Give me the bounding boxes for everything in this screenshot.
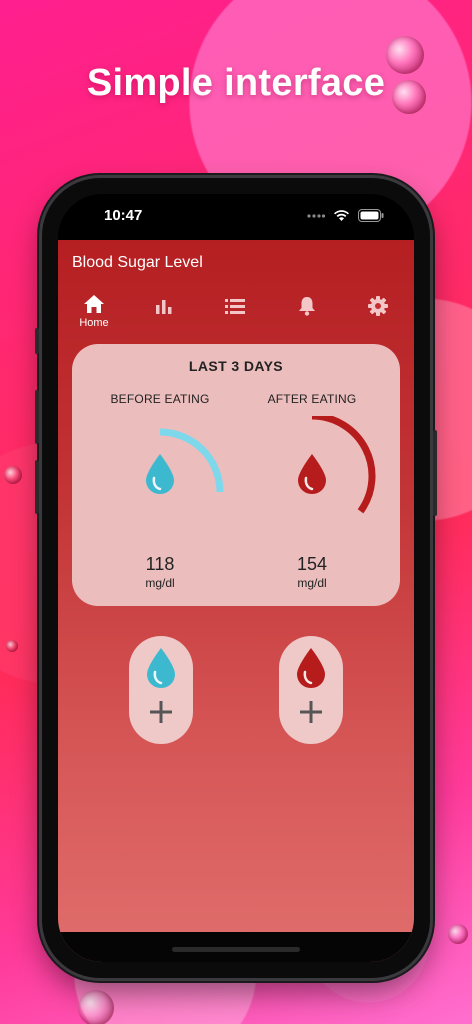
tab-settings[interactable] — [352, 294, 404, 338]
tab-home-label: Home — [79, 317, 109, 329]
phone-frame: 10:47 Blood Sugar Level Home LAST 3 DAYS… — [35, 178, 437, 978]
phone-side-button — [35, 390, 39, 444]
status-icons — [307, 209, 384, 222]
bubble-decoration — [448, 924, 468, 944]
after-eating-value: 154 — [296, 554, 328, 574]
cellular-signal-icon — [307, 213, 325, 218]
plus-icon — [300, 701, 322, 723]
summary-card: LAST 3 DAYS BEFORE EATING AFTER EATING 1… — [72, 344, 400, 606]
wifi-icon — [334, 210, 349, 221]
blue-drop-icon — [147, 648, 175, 688]
bubble-decoration — [6, 640, 18, 652]
blue-drop-icon — [146, 454, 174, 494]
home-indicator[interactable] — [172, 947, 300, 952]
tab-reminders[interactable] — [281, 294, 333, 338]
after-eating-label: AFTER EATING — [267, 392, 357, 406]
gear-icon — [368, 296, 388, 316]
after-eating-gauge — [298, 416, 376, 514]
app-content: Blood Sugar Level Home LAST 3 DAYS BEFOR… — [58, 240, 414, 962]
bubble-decoration — [78, 990, 114, 1024]
summary-title: LAST 3 DAYS — [188, 358, 284, 374]
status-time: 10:47 — [104, 207, 143, 224]
phone-side-button — [35, 460, 39, 514]
add-before-eating-button[interactable] — [129, 636, 193, 744]
after-eating-gauge-arc — [311, 416, 376, 514]
phone-screen: 10:47 Blood Sugar Level Home LAST 3 DAYS… — [58, 194, 414, 962]
status-bar: 10:47 — [58, 194, 414, 240]
red-drop-icon — [297, 648, 325, 688]
before-eating-gauge — [146, 428, 224, 494]
tab-home[interactable]: Home — [68, 294, 120, 338]
before-eating-unit: mg/dl — [145, 576, 175, 590]
tab-charts[interactable] — [138, 294, 190, 338]
bar-chart-icon — [156, 300, 172, 314]
home-icon — [84, 295, 104, 313]
after-eating-unit: mg/dl — [297, 576, 327, 590]
before-eating-label: BEFORE EATING — [110, 392, 210, 406]
before-eating-value: 118 — [145, 554, 175, 574]
list-icon — [225, 299, 245, 314]
bubble-decoration — [4, 466, 22, 484]
red-drop-icon — [298, 454, 326, 494]
bell-icon — [299, 297, 315, 316]
app-title: Blood Sugar Level — [72, 254, 203, 271]
phone-side-button — [433, 430, 437, 516]
battery-icon — [358, 209, 384, 222]
tab-bar: Home — [58, 294, 414, 344]
tab-list[interactable] — [209, 294, 261, 338]
home-indicator-area — [58, 932, 414, 962]
promo-headline: Simple interface — [86, 62, 386, 104]
plus-icon — [150, 701, 172, 723]
phone-side-button — [35, 328, 39, 354]
add-after-eating-button[interactable] — [279, 636, 343, 744]
